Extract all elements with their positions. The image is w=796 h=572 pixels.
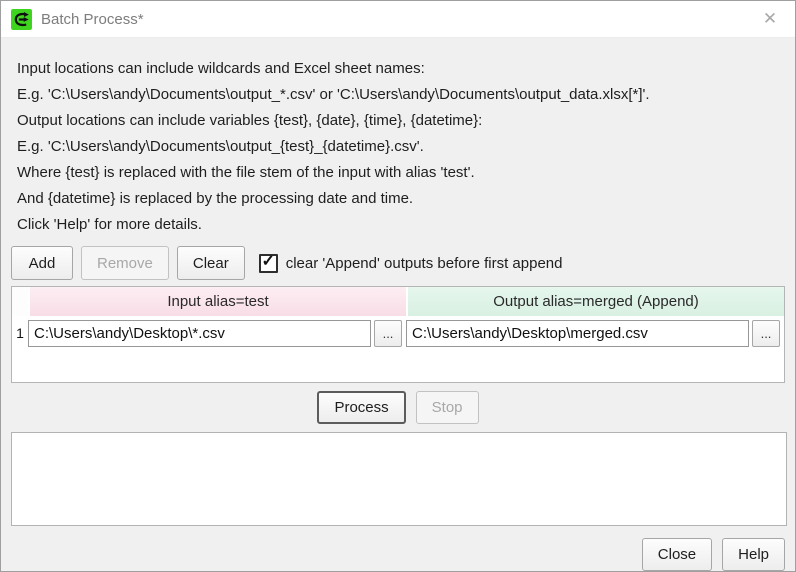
close-icon[interactable]: ✕ [745,1,795,38]
checkmark-icon: ✓ [262,254,275,270]
close-button[interactable]: Close [642,538,712,571]
output-browse-button[interactable]: ... [752,320,780,347]
row-number: 1 [12,325,28,341]
output-cell: ... [406,320,784,347]
input-column-header[interactable]: Input alias=test [30,287,406,316]
input-path-field[interactable] [28,320,371,347]
output-column-header[interactable]: Output alias=merged (Append) [408,287,784,316]
instruction-line: Output locations can include variables {… [17,108,785,134]
remove-button[interactable]: Remove [81,246,169,280]
input-cell: ... [28,320,406,347]
instruction-line: Where {test} is replaced with the file s… [17,160,785,186]
table-row: 1 ... ... [12,316,784,350]
instructions-text: Input locations can include wildcards an… [17,56,785,238]
clear-append-checkbox[interactable]: ✓ [259,254,278,273]
batch-process-dialog: Batch Process* ✕ Input locations can inc… [0,0,796,572]
instruction-line: Click 'Help' for more details. [17,212,785,238]
instruction-line: Input locations can include wildcards an… [17,56,785,82]
help-button[interactable]: Help [722,538,785,571]
easy-data-transform-icon [11,9,32,30]
window-title: Batch Process* [41,11,144,28]
instruction-line: E.g. 'C:\Users\andy\Documents\output_{te… [17,134,785,160]
table-header: Input alias=test Output alias=merged (Ap… [12,287,784,316]
input-browse-button[interactable]: ... [374,320,402,347]
clear-append-checkbox-label[interactable]: clear 'Append' outputs before first appe… [286,255,563,272]
row-number-gutter-header [12,287,28,316]
toolbar: Add Remove Clear ✓ clear 'Append' output… [11,246,785,280]
log-output-area[interactable] [11,432,787,526]
stop-button[interactable]: Stop [416,391,479,424]
output-path-field[interactable] [406,320,749,347]
title-bar: Batch Process* ✕ [1,1,795,38]
process-button[interactable]: Process [317,391,405,424]
clear-button[interactable]: Clear [177,246,245,280]
table-empty-area [12,350,784,382]
footer-bar: Close Help [11,538,785,571]
instruction-line: And {datetime} is replaced by the proces… [17,186,785,212]
instruction-line: E.g. 'C:\Users\andy\Documents\output_*.c… [17,82,785,108]
batch-table: Input alias=test Output alias=merged (Ap… [11,286,785,383]
process-bar: Process Stop [11,391,785,424]
dialog-body: Input locations can include wildcards an… [1,38,795,572]
add-button[interactable]: Add [11,246,73,280]
